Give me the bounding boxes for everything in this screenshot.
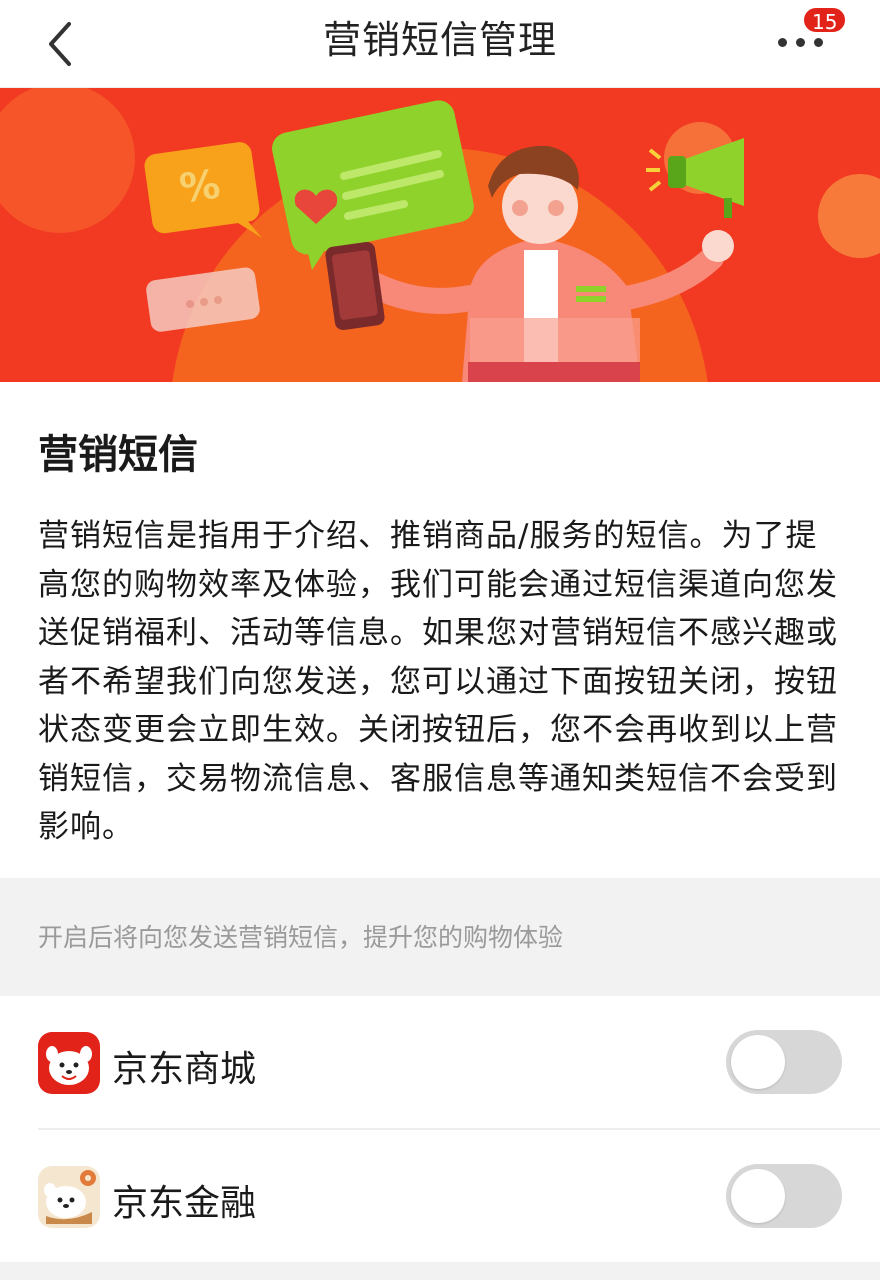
more-dot xyxy=(814,38,823,47)
hint-band: 开启后将向您发送营销短信，提升您的购物体验 xyxy=(0,878,880,996)
nav-bar: 营销短信管理 15 xyxy=(0,0,880,88)
section-title: 营销短信 xyxy=(38,432,198,478)
jd-finance-icon xyxy=(38,1166,100,1228)
page-title: 营销短信管理 xyxy=(322,18,557,62)
jd-mall-icon xyxy=(38,1032,100,1094)
app-name: 京东金融 xyxy=(112,1183,257,1224)
list-item-jd-mall: 京东商城 xyxy=(0,996,880,1128)
app-name: 京东商城 xyxy=(112,1049,257,1090)
toggle-knob xyxy=(731,1169,785,1223)
banner-illustration: % xyxy=(0,88,880,382)
hint-text: 开启后将向您发送营销短信，提升您的购物体验 xyxy=(38,923,564,952)
svg-text:%: % xyxy=(177,161,223,212)
notification-badge: 15 xyxy=(802,6,848,34)
more-dot xyxy=(796,38,805,47)
jd-mall-sms-toggle[interactable] xyxy=(726,1030,842,1094)
more-dots-icon xyxy=(778,38,787,47)
bottom-band xyxy=(0,1262,880,1280)
jd-finance-sms-toggle[interactable] xyxy=(726,1164,842,1228)
toggle-knob xyxy=(731,1035,785,1089)
list-item-jd-finance: 京东金融 xyxy=(0,1130,880,1262)
percent-bubble: % xyxy=(144,142,262,238)
description-text: 营销短信是指用于介绍、推销商品/服务的短信。为了提高您的购物效率及体验，我们可能… xyxy=(38,518,838,845)
